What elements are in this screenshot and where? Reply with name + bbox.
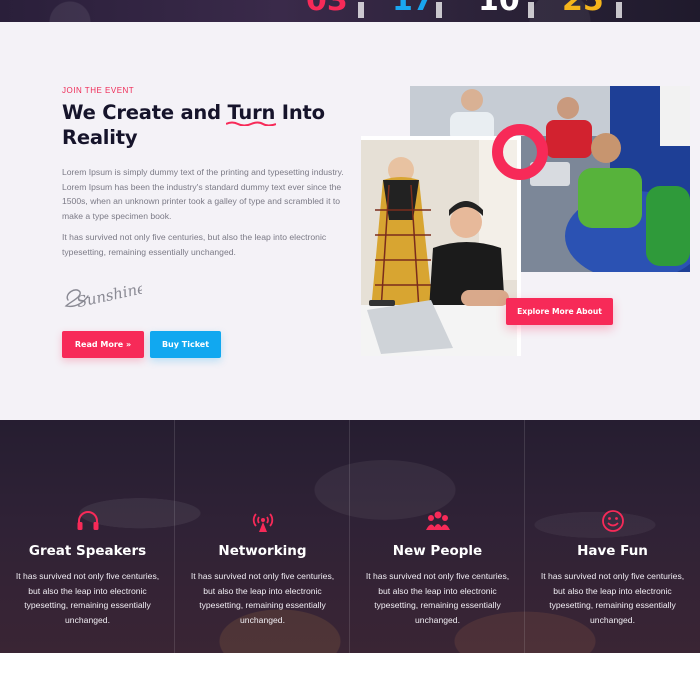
section-headline: We Create and Turn Into Reality [62, 100, 352, 150]
headline-part-1: We Create and [62, 101, 228, 124]
friends-laptop-illustration [361, 140, 517, 356]
people-group-icon [426, 511, 450, 530]
feature-networking: Networking It has survived not only five… [175, 420, 350, 653]
feature-title: New People [392, 543, 483, 559]
feature-description: It has survived not only five centuries,… [540, 571, 685, 625]
feature-great-speakers: Great Speakers It has survived not only … [0, 420, 175, 653]
eyebrow-label: JOIN THE EVENT [62, 86, 135, 95]
about-section: JOIN THE EVENT We Create and Turn Into R… [0, 22, 700, 420]
broadcast-tower-icon [252, 513, 274, 532]
smiley-face-icon [602, 510, 624, 532]
headphones-icon [77, 511, 99, 530]
countdown-seconds-unit [616, 2, 622, 18]
feature-description: It has survived not only five centuries,… [365, 571, 510, 625]
intro-paragraph: Lorem Ipsum is simply dummy text of the … [62, 167, 344, 221]
feature-have-fun: Have Fun It has survived not only five c… [525, 420, 700, 653]
headline-highlight: Turn [226, 100, 277, 126]
countdown-strip: 03 17 10 25 [0, 0, 700, 22]
feature-title: Have Fun [577, 543, 648, 559]
features-section: Great Speakers It has survived not only … [0, 420, 700, 653]
countdown-hours-unit [436, 2, 442, 18]
countdown-days-unit [358, 2, 364, 18]
decorative-ring [492, 124, 548, 180]
buy-ticket-button[interactable]: Buy Ticket [150, 331, 221, 358]
feature-title: Networking [218, 543, 307, 559]
feature-new-people: New People It has survived not only five… [350, 420, 525, 653]
countdown-days: 03 [306, 0, 348, 18]
page-footer-spacer [0, 653, 700, 700]
countdown-hours: 17 [392, 0, 434, 18]
feature-title: Great Speakers [28, 543, 147, 559]
feature-description: It has survived not only five centuries,… [15, 571, 160, 625]
highlight-underline [226, 121, 277, 126]
explore-more-button[interactable]: Explore More About [506, 298, 613, 325]
countdown-seconds: 25 [562, 0, 604, 18]
feature-description: It has survived not only five centuries,… [190, 571, 335, 625]
secondary-paragraph: It has survived not only five centuries,… [62, 232, 327, 257]
countdown-minutes: 10 [478, 0, 520, 18]
svg-text:Sunshine: Sunshine [75, 279, 142, 311]
signature-logo: Sunshine [64, 279, 142, 311]
read-more-button[interactable]: Read More » [62, 331, 144, 358]
countdown-minutes-unit [528, 2, 534, 18]
